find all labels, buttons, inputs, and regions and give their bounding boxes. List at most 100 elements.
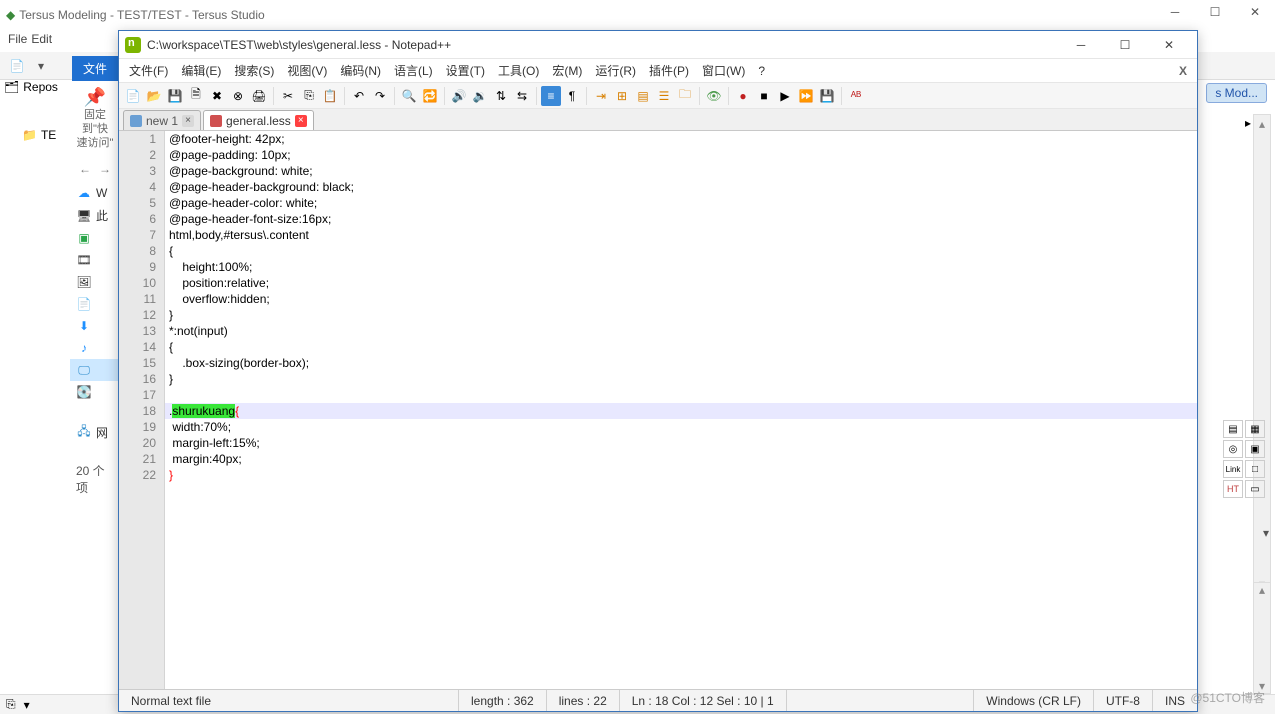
menu-lang[interactable]: 语言(L) — [388, 62, 439, 79]
music-icon: ♪ — [76, 340, 92, 356]
hidden-chars-icon[interactable]: ¶ — [562, 86, 582, 106]
minimize-button[interactable]: ─ — [1155, 0, 1195, 24]
new-icon[interactable]: 📄 — [123, 86, 143, 106]
ri-6[interactable]: □ — [1245, 460, 1265, 478]
files-button[interactable]: 文件 — [72, 56, 118, 81]
repository-tab[interactable]: 🗂 Repos — [4, 80, 58, 94]
find-icon[interactable]: 🔍 — [399, 86, 419, 106]
npp-close-button[interactable]: ✕ — [1147, 31, 1191, 59]
monitor-icon[interactable]: 👁 — [704, 86, 724, 106]
maximize-button[interactable]: ☐ — [1195, 0, 1235, 24]
overflow-chevron[interactable]: ▸ — [1245, 116, 1251, 130]
ri-1[interactable]: ▤ — [1223, 420, 1243, 438]
menu-tools[interactable]: 工具(O) — [492, 62, 545, 79]
undo-icon[interactable]: ↶ — [349, 86, 369, 106]
wordwrap-icon[interactable]: ≡ — [541, 86, 561, 106]
menu-help[interactable]: ? — [752, 64, 771, 78]
exp-item-wps[interactable]: ☁W — [70, 182, 120, 204]
npp-maximize-button[interactable]: ☐ — [1103, 31, 1147, 59]
separator — [394, 87, 395, 105]
ri-ht-icon[interactable]: HT — [1223, 480, 1243, 498]
play-icon[interactable]: ▶ — [775, 86, 795, 106]
exp-item-videos[interactable]: 🎞 — [70, 249, 120, 271]
ri-link-icon[interactable]: Link — [1223, 460, 1243, 478]
menu-plugins[interactable]: 插件(P) — [643, 62, 695, 79]
exp-item-docs[interactable]: 📄 — [70, 293, 120, 315]
new-file-icon[interactable]: 📄 — [6, 55, 28, 77]
zoom-out-icon[interactable]: 🔉 — [470, 86, 490, 106]
tab-new1[interactable]: new 1 × — [123, 110, 201, 130]
ri-8[interactable]: ▭ — [1245, 480, 1265, 498]
pin-icon: 📌 — [76, 87, 114, 108]
nav-fwd-icon[interactable]: → — [99, 162, 111, 176]
close-all-icon[interactable]: ⊗ — [228, 86, 248, 106]
editor-area[interactable]: 12345678910111213141516171819202122 @foo… — [119, 131, 1197, 689]
menu-close-x[interactable]: X — [1173, 64, 1193, 78]
code-content[interactable]: @footer-height: 42px;@page-padding: 10px… — [165, 131, 1197, 689]
menu-file[interactable]: 文件(F) — [123, 62, 174, 79]
bt-dropdown-icon[interactable]: ▾ — [24, 698, 30, 712]
func-list-icon[interactable]: ☰ — [654, 86, 674, 106]
menu-settings[interactable]: 设置(T) — [440, 62, 491, 79]
ri-4[interactable]: ▣ — [1245, 440, 1265, 458]
doc-map-icon[interactable]: ▤ — [633, 86, 653, 106]
redo-icon[interactable]: ↷ — [370, 86, 390, 106]
copy-icon[interactable]: ⎘ — [299, 86, 319, 106]
right-tab-mod[interactable]: s Mod... — [1206, 83, 1267, 103]
print-icon[interactable]: 🖨 — [249, 86, 269, 106]
separator — [344, 87, 345, 105]
menu-view[interactable]: 视图(V) — [281, 62, 333, 79]
tab-close-icon[interactable]: × — [182, 115, 194, 127]
dropdown-small-icon[interactable]: ▾ — [1263, 526, 1269, 540]
notepadpp-window: C:\workspace\TEST\web\styles\general.les… — [118, 30, 1198, 712]
exp-item-thispc[interactable]: 🖥此 — [70, 204, 120, 227]
folder-tree-icon[interactable]: 🗀 — [675, 86, 695, 106]
stop-icon[interactable]: ■ — [754, 86, 774, 106]
right-scroll-2[interactable]: ▴ ▾ — [1253, 582, 1271, 694]
exp-item-desktop[interactable]: 🖵 — [70, 359, 120, 381]
sync-v-icon[interactable]: ⇅ — [491, 86, 511, 106]
watermark: @51CTO博客 — [1190, 689, 1265, 706]
ri-target-icon[interactable]: ◎ — [1223, 440, 1243, 458]
record-icon[interactable]: ● — [733, 86, 753, 106]
bt-icon-1[interactable]: ⎘ — [6, 697, 16, 712]
dropdown-icon[interactable]: ▾ — [30, 55, 52, 77]
menu-run[interactable]: 运行(R) — [589, 62, 642, 79]
exp-item-network[interactable]: 🖧网 — [70, 421, 120, 444]
exp-item-3d[interactable]: ▣ — [70, 227, 120, 249]
folder-margin-icon[interactable]: ⊞ — [612, 86, 632, 106]
save-icon[interactable]: 💾 — [165, 86, 185, 106]
paste-icon[interactable]: 📋 — [320, 86, 340, 106]
zoom-in-icon[interactable]: 🔊 — [449, 86, 469, 106]
exp-item-drive[interactable]: 💽 — [70, 381, 120, 403]
tab-close-icon[interactable]: × — [295, 115, 307, 127]
menu-macro[interactable]: 宏(M) — [546, 62, 588, 79]
save-macro-icon[interactable]: 💾 — [817, 86, 837, 106]
tab-general-less[interactable]: general.less × — [203, 110, 314, 130]
sync-h-icon[interactable]: ⇆ — [512, 86, 532, 106]
right-scrollbar[interactable]: ▴ ▾ — [1253, 114, 1271, 594]
spellcheck-icon[interactable]: ᴬᴮ — [846, 86, 866, 106]
exp-item-downloads[interactable]: ⬇ — [70, 315, 120, 337]
menu-file[interactable]: File — [8, 32, 27, 50]
save-all-icon[interactable]: 🗎 — [186, 86, 206, 106]
menu-search[interactable]: 搜索(S) — [228, 62, 280, 79]
exp-item-music[interactable]: ♪ — [70, 337, 120, 359]
exp-item-pictures[interactable]: 🖼 — [70, 271, 120, 293]
open-icon[interactable]: 📂 — [144, 86, 164, 106]
scroll-up-icon[interactable]: ▴ — [1254, 115, 1270, 133]
ri-2[interactable]: ▦ — [1245, 420, 1265, 438]
close-button[interactable]: ✕ — [1235, 0, 1275, 24]
play-multi-icon[interactable]: ⏩ — [796, 86, 816, 106]
indent-guide-icon[interactable]: ⇥ — [591, 86, 611, 106]
menu-edit[interactable]: Edit — [31, 32, 52, 50]
close-file-icon[interactable]: ✖ — [207, 86, 227, 106]
tree-item[interactable]: 📁 TE — [22, 128, 56, 142]
replace-icon[interactable]: 🔁 — [420, 86, 440, 106]
cut-icon[interactable]: ✂ — [278, 86, 298, 106]
menu-edit[interactable]: 编辑(E) — [175, 62, 227, 79]
nav-back-icon[interactable]: ← — [79, 162, 91, 176]
menu-encoding[interactable]: 编码(N) — [334, 62, 387, 79]
npp-minimize-button[interactable]: ─ — [1059, 31, 1103, 59]
menu-window[interactable]: 窗口(W) — [696, 62, 751, 79]
